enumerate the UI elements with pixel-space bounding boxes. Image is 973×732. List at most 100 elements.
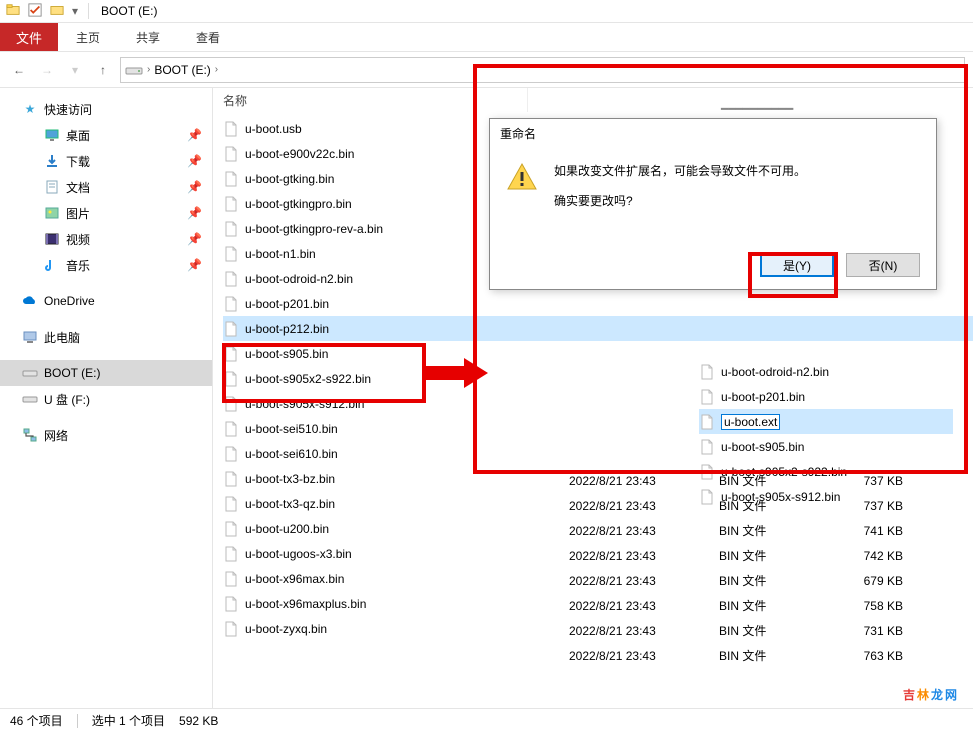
sidebar-item-desktop[interactable]: 桌面 📌	[0, 122, 212, 148]
sidebar-item-picture[interactable]: 图片 📌	[0, 200, 212, 226]
status-bar: 46 个项目 选中 1 个项目 592 KB	[0, 708, 973, 732]
column-header-name[interactable]: 名称	[223, 88, 528, 112]
sidebar-boot-drive[interactable]: BOOT (E:)	[0, 360, 212, 386]
file-size: 737 KB	[833, 474, 903, 488]
file-icon	[223, 196, 239, 212]
history-dropdown[interactable]: ▾	[64, 59, 86, 81]
file-size: 679 KB	[833, 574, 903, 588]
sidebar-udisk[interactable]: U 盘 (F:)	[0, 386, 212, 412]
file-icon	[223, 221, 239, 237]
sidebar-item-label: U 盘 (F:)	[44, 391, 90, 408]
pin-icon: 📌	[187, 258, 202, 272]
dialog-line1: 如果改变文件扩展名，可能会导致文件不可用。	[554, 161, 806, 183]
file-name: u-boot-gtking.bin	[245, 172, 334, 186]
file-date: 2022/8/21 23:43	[569, 599, 656, 613]
file-name: u-boot-s905x-s912.bin	[245, 397, 364, 411]
file-row[interactable]: u-boot-p201.bin2022/8/21 23:43	[699, 384, 953, 409]
file-row[interactable]: u-boot-odroid-n2.bin2022/8/21 23:43	[699, 359, 953, 384]
file-size: 741 KB	[833, 524, 903, 538]
sidebar-item-music[interactable]: 音乐📌	[0, 252, 212, 278]
file-name: u-boot-sei510.bin	[245, 422, 338, 436]
file-name: u-boot-p212.bin	[245, 322, 329, 336]
file-name: u-boot.usb	[245, 122, 302, 136]
network-icon	[22, 427, 38, 443]
breadcrumb[interactable]: › BOOT (E:) ›	[120, 57, 965, 83]
drive-icon	[125, 63, 143, 77]
title-bar: ▾ BOOT (E:)	[0, 0, 973, 23]
desktop-icon	[44, 127, 60, 143]
file-row[interactable]: u-boot-s905.bin2022/8/21 23:43	[699, 434, 953, 459]
sidebar-item-label: 视频	[66, 231, 90, 248]
sidebar-item-video[interactable]: 视频 📌	[0, 226, 212, 252]
sidebar-item-label: 桌面	[66, 127, 90, 144]
folder-icon	[6, 3, 20, 20]
dialog-title: 重命名	[490, 119, 936, 149]
file-type: BIN 文件	[719, 472, 766, 489]
file-icon	[223, 171, 239, 187]
video-icon	[44, 231, 60, 247]
file-date: 2022/8/21 23:43	[569, 574, 656, 588]
file-name: u-boot-gtkingpro-rev-a.bin	[245, 222, 383, 236]
file-name: u-boot-sei610.bin	[245, 447, 338, 461]
file-type: BIN 文件	[719, 497, 766, 514]
tab-home[interactable]: 主页	[58, 23, 118, 51]
file-name: u-boot-s905x2-s922.bin	[245, 372, 371, 386]
file-name: u-boot-s905.bin	[245, 347, 328, 361]
sidebar-item-label: 下载	[66, 153, 90, 170]
file-icon	[223, 246, 239, 262]
sidebar-this-pc[interactable]: 此电脑	[0, 324, 212, 350]
rename-dialog: 重命名 如果改变文件扩展名，可能会导致文件不可用。 确实要更改吗? 是(Y) 否…	[489, 118, 937, 290]
sidebar-network[interactable]: 网络	[0, 422, 212, 448]
file-row-details: 2022/8/21 23:43BIN 文件731 KB	[223, 618, 973, 643]
tab-share[interactable]: 共享	[118, 23, 178, 51]
file-icon	[223, 121, 239, 137]
file-row[interactable]: u-boot.ext2022/8/21 23:43	[699, 409, 953, 434]
sidebar-item-download[interactable]: 下载📌	[0, 148, 212, 174]
tab-view[interactable]: 查看	[178, 23, 238, 51]
status-selected: 选中 1 个项目	[92, 712, 165, 729]
file-icon	[223, 421, 239, 437]
picture-icon	[44, 205, 60, 221]
sidebar: ★ 快速访问 桌面📌下载📌文档📌图片📌视频📌音乐📌 OneDrive 此电脑 B…	[0, 88, 213, 708]
file-icon	[223, 396, 239, 412]
file-type: BIN 文件	[719, 572, 766, 589]
sidebar-item-label: OneDrive	[44, 294, 95, 308]
yes-button[interactable]: 是(Y)	[760, 253, 834, 277]
sidebar-item-label: 图片	[66, 205, 90, 222]
file-name: u-boot-gtkingpro.bin	[245, 197, 352, 211]
up-button[interactable]: ↑	[92, 59, 114, 81]
file-row-details: 2022/8/21 23:43BIN 文件763 KB	[223, 643, 973, 668]
file-tab[interactable]: 文件	[0, 23, 58, 51]
file-icon	[223, 321, 239, 337]
file-name: u-boot-odroid-n2.bin	[721, 365, 829, 379]
pin-icon: 📌	[187, 232, 202, 246]
file-date: 2022/8/21 23:43	[569, 624, 656, 638]
rename-input[interactable]: u-boot.ext	[721, 414, 780, 430]
file-name: u-boot-odroid-n2.bin	[245, 272, 353, 286]
sidebar-item-doc[interactable]: 文档📌	[0, 174, 212, 200]
window-title: BOOT (E:)	[93, 4, 157, 18]
no-button[interactable]: 否(N)	[846, 253, 920, 277]
breadcrumb-label[interactable]: BOOT (E:)	[154, 63, 210, 77]
file-date: 2022/8/21 23:43	[569, 649, 656, 663]
file-type: BIN 文件	[719, 522, 766, 539]
drive-icon	[22, 365, 38, 381]
navigation-bar: ← → ▾ ↑ › BOOT (E:) ›	[0, 52, 973, 88]
file-icon	[699, 389, 715, 405]
file-type: BIN 文件	[719, 597, 766, 614]
checkbox-icon[interactable]	[28, 3, 42, 20]
star-icon: ★	[22, 101, 38, 117]
pin-icon: 📌	[187, 206, 202, 220]
music-icon	[44, 257, 60, 273]
dropdown-icon[interactable]: ▾	[72, 4, 78, 18]
pin-icon: 📌	[187, 128, 202, 142]
folder-icon-small	[50, 3, 64, 20]
back-button[interactable]: ←	[8, 59, 30, 81]
status-size: 592 KB	[179, 714, 218, 728]
file-date: 2022/8/21 23:43	[569, 474, 656, 488]
forward-button[interactable]: →	[36, 59, 58, 81]
file-row-details: 2022/8/21 23:43 BIN 文件 679 KB	[223, 568, 973, 593]
sidebar-onedrive[interactable]: OneDrive	[0, 288, 212, 314]
status-item-count: 46 个项目	[10, 712, 63, 729]
sidebar-quick-access[interactable]: ★ 快速访问	[0, 96, 212, 122]
